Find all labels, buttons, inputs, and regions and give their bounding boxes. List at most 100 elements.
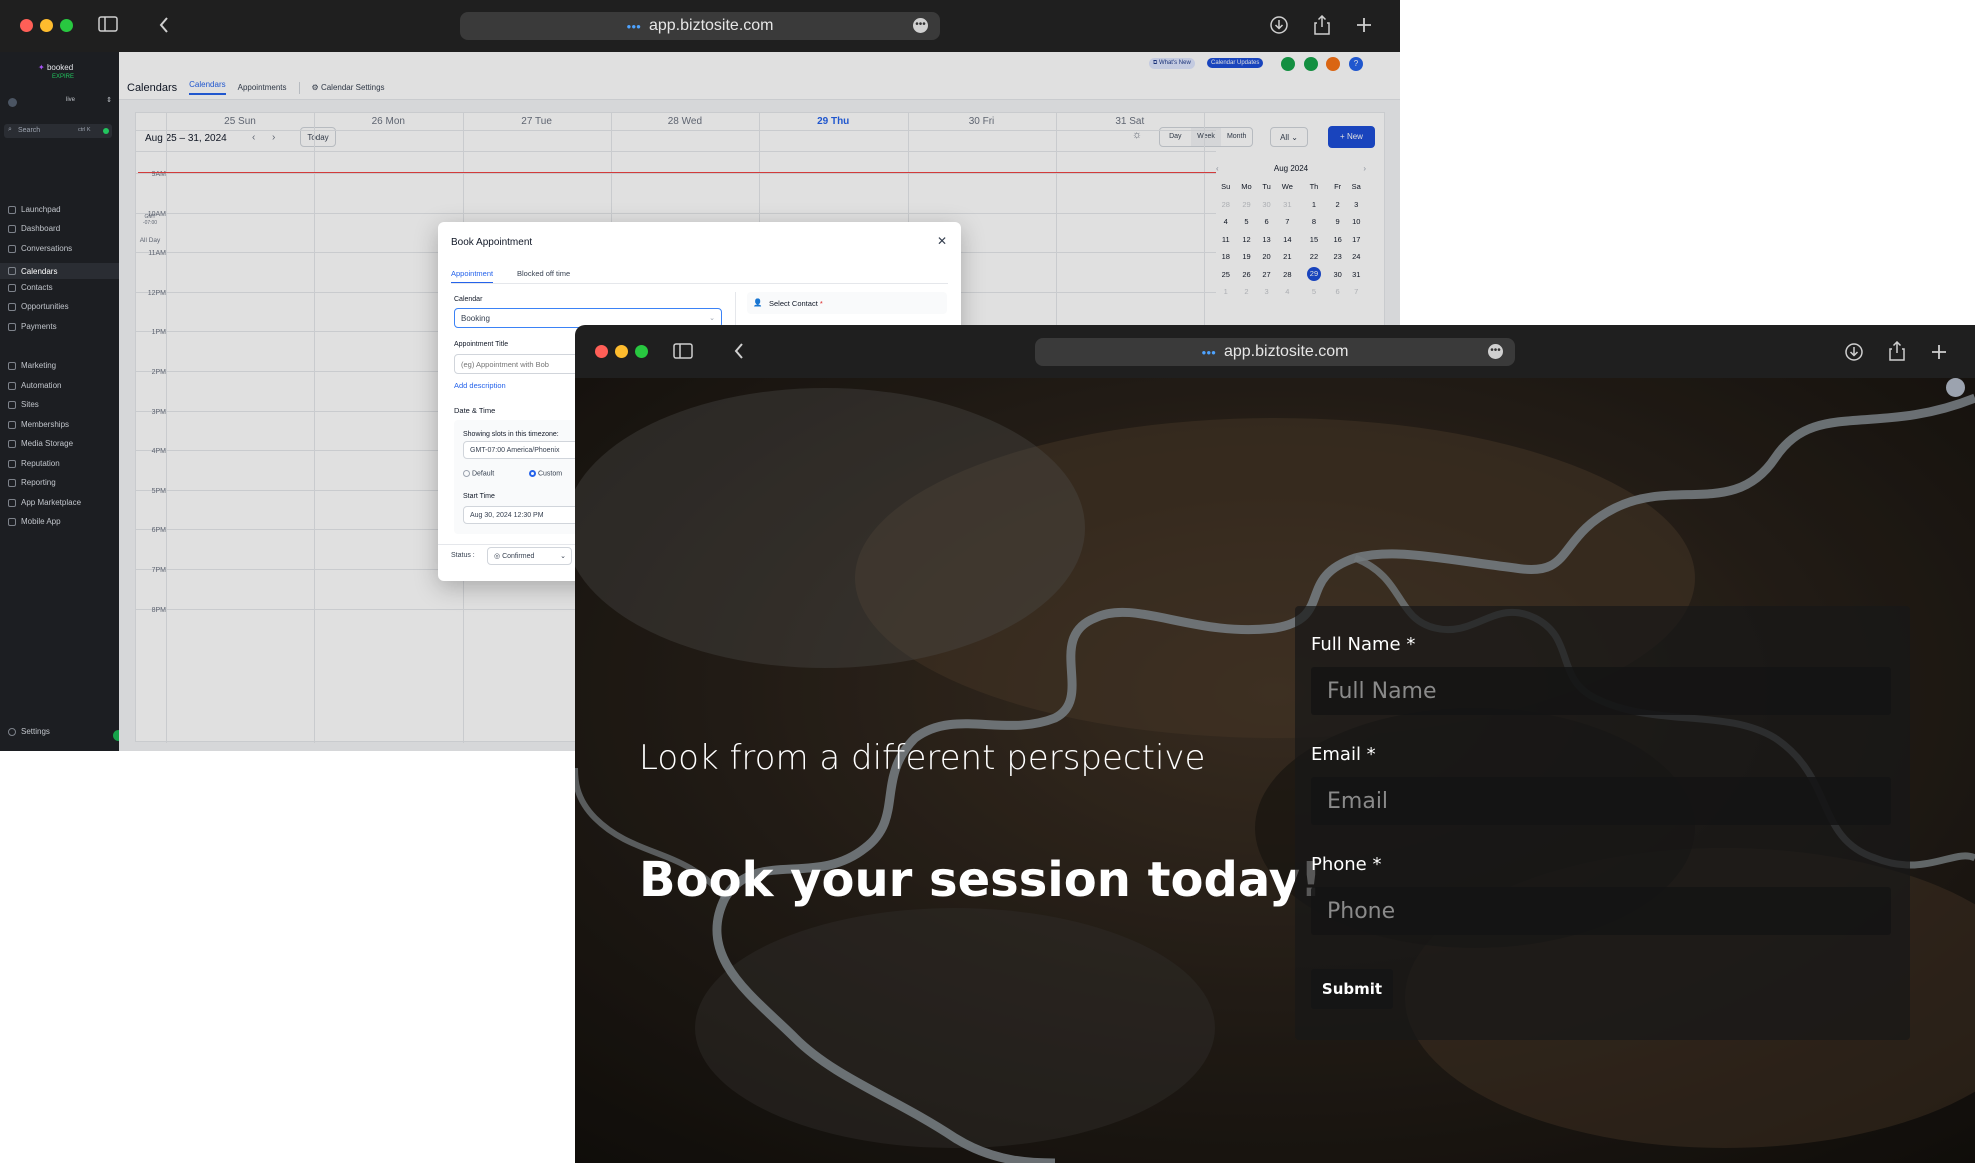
hero-subheading: Look from a different perspective xyxy=(639,738,1206,778)
sidebar-item-label: Conversations xyxy=(21,244,73,253)
sidebar-item-calendars[interactable]: Calendars xyxy=(0,263,119,279)
search-icon: ⌕ xyxy=(8,126,12,133)
launchpad-icon xyxy=(8,205,16,214)
tab-appointment[interactable]: Appointment xyxy=(451,269,494,284)
brand-name: booked xyxy=(46,63,74,72)
new-tab-icon[interactable] xyxy=(1356,17,1372,33)
download-icon[interactable] xyxy=(1845,343,1863,361)
sidebar-item-payments[interactable]: Payments xyxy=(8,322,57,331)
payments-icon xyxy=(8,322,16,331)
address-bar[interactable]: ●●● app.biztosite.com ••• xyxy=(1035,338,1515,366)
required-marker: * xyxy=(819,299,823,308)
sidebar-item-sites[interactable]: Sites xyxy=(8,400,39,409)
full-name-input[interactable] xyxy=(1311,667,1891,715)
sidebar-item-label: Payments xyxy=(21,322,57,331)
app-marketplace-icon xyxy=(8,498,16,507)
tab-blocked-off-time[interactable]: Blocked off time xyxy=(517,269,570,278)
sidebar-item-label: Dashboard xyxy=(21,224,61,233)
add-description-link[interactable]: Add description xyxy=(454,381,506,390)
address-bar[interactable]: ●●● app.biztosite.com ••• xyxy=(460,12,940,40)
hero-background-image: Look from a different perspective Book y… xyxy=(575,378,1975,1163)
account-switcher[interactable]: live ⇕ xyxy=(8,96,112,110)
sidebar-item-settings[interactable]: Settings xyxy=(8,727,50,736)
sidebar-item-opportunities[interactable]: Opportunities xyxy=(8,302,69,311)
date-time-label: Date & Time xyxy=(454,406,496,415)
select-contact-text: Select Contact xyxy=(769,299,818,308)
app-sidebar: ✦ booked EXPIRE live ⇕ ⌕ Search ctrl K L… xyxy=(0,52,124,751)
sidebar-item-mobile-app[interactable]: Mobile App xyxy=(8,517,61,526)
booking-form: Full Name * Email * Phone * Submit xyxy=(1295,606,1910,1040)
share-icon[interactable] xyxy=(1314,15,1330,35)
minimize-window-button[interactable] xyxy=(615,345,628,358)
sidebar-item-label: Automation xyxy=(21,381,62,390)
contacts-icon xyxy=(8,283,16,292)
zoom-window-button[interactable] xyxy=(635,345,648,358)
profile-avatar[interactable] xyxy=(1946,378,1965,397)
zoom-window-button[interactable] xyxy=(60,19,73,32)
marketing-icon xyxy=(8,361,16,370)
close-window-button[interactable] xyxy=(595,345,608,358)
site-favicon-icon: ●●● xyxy=(626,21,641,31)
hero-heading: Book your session today! xyxy=(639,852,1322,908)
calendar-label: Calendar xyxy=(454,296,483,303)
page-menu-icon[interactable]: ••• xyxy=(1488,344,1503,359)
radio-on-icon xyxy=(529,470,536,477)
account-name: live xyxy=(66,97,76,103)
sidebar-item-label: Memberships xyxy=(21,420,70,429)
sidebar-item-marketing[interactable]: Marketing xyxy=(8,361,56,370)
sidebar-item-automation[interactable]: Automation xyxy=(8,381,61,390)
sidebar-item-label: Reporting xyxy=(21,478,56,487)
chevron-down-icon: ⌄ xyxy=(709,315,715,322)
close-window-button[interactable] xyxy=(20,19,33,32)
download-icon[interactable] xyxy=(1270,16,1288,34)
radio-default[interactable]: Default xyxy=(463,470,494,477)
minimize-window-button[interactable] xyxy=(40,19,53,32)
sidebar-item-media-storage[interactable]: Media Storage xyxy=(8,439,73,448)
sidebar-toggle-icon[interactable] xyxy=(98,16,118,32)
modal-title: Book Appointment xyxy=(451,237,533,248)
phone-input[interactable] xyxy=(1311,887,1891,935)
email-input[interactable] xyxy=(1311,777,1891,825)
submit-button[interactable]: Submit xyxy=(1311,969,1393,1009)
sidebar-toggle-icon[interactable] xyxy=(673,343,693,359)
back-icon[interactable] xyxy=(158,16,170,34)
tabs-divider xyxy=(451,283,948,284)
sidebar-item-reputation[interactable]: Reputation xyxy=(8,459,60,468)
sidebar-item-label: Contacts xyxy=(21,283,53,292)
back-icon[interactable] xyxy=(733,342,745,360)
new-tab-icon[interactable] xyxy=(1931,344,1947,360)
sidebar-item-launchpad[interactable]: Launchpad xyxy=(8,205,61,214)
sidebar-item-app-marketplace[interactable]: App Marketplace xyxy=(8,498,81,507)
dashboard-icon xyxy=(8,224,16,233)
search-shortcut: ctrl K xyxy=(78,127,91,133)
browser-toolbar: ●●● app.biztosite.com ••• xyxy=(575,325,1975,378)
quick-action-icon[interactable] xyxy=(103,128,109,134)
sidebar-item-contacts[interactable]: Contacts xyxy=(8,283,53,292)
close-icon[interactable]: ✕ xyxy=(937,234,947,248)
radio-custom[interactable]: Custom xyxy=(529,470,562,477)
page-menu-icon[interactable]: ••• xyxy=(913,18,928,33)
account-chevron-icon: ⇕ xyxy=(106,97,112,104)
sidebar-item-conversations[interactable]: Conversations xyxy=(8,244,72,253)
settings-gear-icon xyxy=(8,727,16,736)
booking-site-browser-window: ●●● app.biztosite.com ••• Look from a di… xyxy=(575,325,1975,1163)
share-icon[interactable] xyxy=(1889,341,1905,361)
sidebar-search[interactable]: ⌕ Search ctrl K xyxy=(4,124,112,138)
reporting-icon xyxy=(8,478,16,487)
radio-default-label: Default xyxy=(471,470,495,478)
brand-logo: ✦ booked EXPIRE xyxy=(38,64,74,81)
sidebar-item-dashboard[interactable]: Dashboard xyxy=(8,224,60,233)
select-contact-panel[interactable]: 👤 Select Contact * xyxy=(747,292,947,314)
search-placeholder: Search xyxy=(18,127,41,134)
calendar-select-value: Booking xyxy=(461,313,490,323)
sidebar-item-memberships[interactable]: Memberships xyxy=(8,420,69,429)
email-label: Email * xyxy=(1311,744,1376,765)
sidebar-item-label: Launchpad xyxy=(21,205,61,214)
sidebar-item-label: Reputation xyxy=(21,459,60,468)
sidebar-item-reporting[interactable]: Reporting xyxy=(8,478,56,487)
memberships-icon xyxy=(8,420,16,429)
sidebar-item-label: Calendars xyxy=(21,266,58,276)
sidebar-item-label: Sites xyxy=(21,400,39,409)
browser-toolbar: ●●● app.biztosite.com ••• xyxy=(0,0,1400,52)
status-select[interactable]: ◎ Confirmed ⌄ xyxy=(487,547,572,565)
